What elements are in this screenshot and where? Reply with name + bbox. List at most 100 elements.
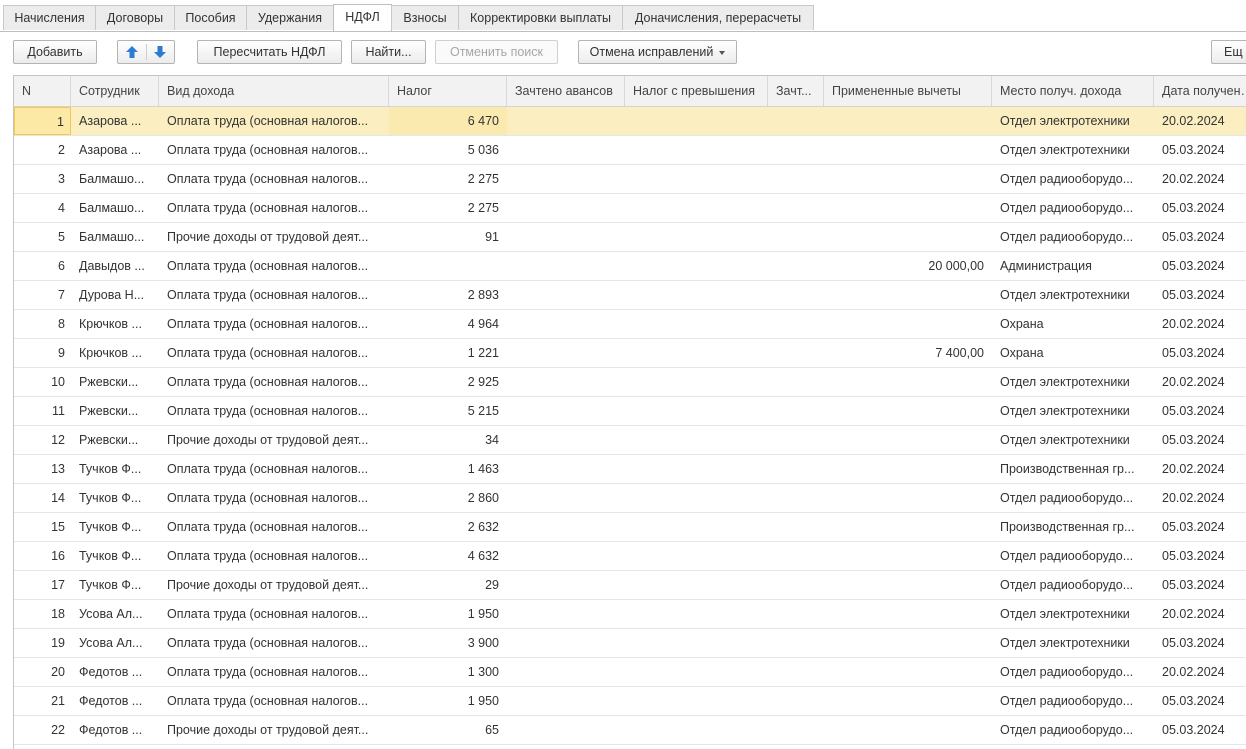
employee-cell: Ржевски...: [79, 433, 139, 447]
empty-cell: [625, 107, 768, 135]
income-place-cell: Отдел электротехники: [1000, 433, 1130, 447]
tab-dogovory[interactable]: Договоры: [95, 5, 175, 30]
col-n[interactable]: N: [14, 76, 71, 106]
table-row[interactable]: 4 Балмашо... Оплата труда (основная налого…: [14, 194, 1246, 223]
col-income-place[interactable]: Место получ. дохода: [992, 76, 1154, 106]
arrow-down-icon[interactable]: [153, 45, 167, 59]
empty-cell: [768, 571, 824, 599]
col-advances[interactable]: Зачтено авансов: [507, 76, 625, 106]
table-row[interactable]: 11 Ржевски... Оплата труда (основная налог…: [14, 397, 1246, 426]
deductions-cell: [824, 455, 992, 483]
table-row[interactable]: 16 Тучков Ф... Оплата труда (основная нало…: [14, 542, 1246, 571]
table-row[interactable]: 17 Тучков Ф... Прочие доходы от трудовой д…: [14, 571, 1246, 600]
table-row[interactable]: 10 Ржевски... Оплата труда (основная налог…: [14, 368, 1246, 397]
employee-cell: Ржевски...: [79, 375, 139, 389]
empty-cell: [507, 165, 625, 193]
arrow-up-icon[interactable]: [125, 45, 139, 59]
ndfl-table[interactable]: N Сотрудник Вид дохода Налог Зачтено ава…: [13, 75, 1246, 749]
table-row[interactable]: 13 Тучков Ф... Оплата труда (основная нало…: [14, 455, 1246, 484]
income-date-cell: 05.03.2024: [1162, 520, 1225, 534]
income-date-cell: 20.02.2024: [1162, 317, 1225, 331]
row-number: 21: [51, 694, 65, 708]
col-credited[interactable]: Зачт...: [768, 76, 824, 106]
tax-cell: 91: [485, 230, 499, 244]
employee-cell: Тучков Ф...: [79, 549, 142, 563]
recalc-ndfl-button[interactable]: Пересчитать НДФЛ: [197, 40, 342, 64]
income-date-cell: 20.02.2024: [1162, 665, 1225, 679]
empty-cell: [625, 397, 768, 425]
row-number: 22: [51, 723, 65, 737]
cancel-fixes-dropdown[interactable]: Отмена исправлений: [578, 40, 737, 64]
tab-nachisleniya[interactable]: Начисления: [3, 5, 96, 30]
row-number: 13: [51, 462, 65, 476]
row-number: 1: [14, 107, 71, 135]
table-row[interactable]: 6 Давыдов ... Оплата труда (основная налог…: [14, 252, 1246, 281]
row-number: 15: [51, 520, 65, 534]
empty-cell: [625, 600, 768, 628]
tax-cell: 2 632: [467, 520, 499, 534]
table-row[interactable]: 1 Азарова ... Оплата труда (основная налог…: [14, 107, 1246, 136]
empty-cell: [625, 542, 768, 570]
table-row[interactable]: 22 Федотов ... Прочие доходы от трудовой д…: [14, 716, 1246, 745]
add-button[interactable]: Добавить: [13, 40, 97, 64]
empty-cell: [625, 252, 768, 280]
table-row[interactable]: 15 Тучков Ф... Оплата труда (основная нало…: [14, 513, 1246, 542]
income-date-cell: 05.03.2024: [1162, 346, 1225, 360]
col-employee[interactable]: Сотрудник: [71, 76, 159, 106]
col-income-date[interactable]: Дата получения: [1154, 76, 1246, 106]
find-button[interactable]: Найти...: [351, 40, 426, 64]
deductions-cell: [824, 629, 992, 657]
table-row[interactable]: 2 Азарова ... Оплата труда (основная налог…: [14, 136, 1246, 165]
income-type-cell: Оплата труда (основная налогов...: [167, 201, 369, 215]
empty-cell: [625, 136, 768, 164]
empty-cell: [768, 339, 824, 367]
empty-cell: [768, 165, 824, 193]
deductions-cell: [824, 223, 992, 251]
empty-cell: [507, 455, 625, 483]
empty-cell: [507, 368, 625, 396]
employee-cell: Ржевски...: [79, 404, 139, 418]
tab-ndfl[interactable]: НДФЛ: [333, 4, 392, 31]
income-place-cell: Отдел электротехники: [1000, 607, 1130, 621]
row-number: 7: [58, 288, 65, 302]
table-row[interactable]: 3 Балмашо... Оплата труда (основная налого…: [14, 165, 1246, 194]
move-buttons: [117, 40, 175, 64]
employee-cell: Балмашо...: [79, 230, 145, 244]
tab-uderzhaniya[interactable]: Удержания: [246, 5, 334, 30]
empty-cell: [507, 194, 625, 222]
empty-cell: [768, 716, 824, 744]
deductions-cell: [824, 136, 992, 164]
col-income-type[interactable]: Вид дохода: [159, 76, 389, 106]
empty-cell: [625, 629, 768, 657]
table-row[interactable]: 8 Крючков ... Оплата труда (основная налог…: [14, 310, 1246, 339]
table-row[interactable]: 12 Ржевски... Прочие доходы от трудовой де…: [14, 426, 1246, 455]
table-row[interactable]: 19 Усова Ал... Оплата труда (основная нало…: [14, 629, 1246, 658]
table-row[interactable]: 14 Тучков Ф... Оплата труда (основная нало…: [14, 484, 1246, 513]
col-deductions[interactable]: Примененные вычеты: [824, 76, 992, 106]
col-tax[interactable]: Налог: [389, 76, 507, 106]
table-row[interactable]: 20 Федотов ... Оплата труда (основная нало…: [14, 658, 1246, 687]
income-place-cell: Охрана: [1000, 317, 1044, 331]
more-button[interactable]: Ещ: [1211, 40, 1246, 64]
income-place-cell: Отдел электротехники: [1000, 636, 1130, 650]
deductions-cell: [824, 107, 992, 135]
table-row[interactable]: 5 Балмашо... Прочие доходы от трудовой дея…: [14, 223, 1246, 252]
empty-cell: [507, 223, 625, 251]
table-row[interactable]: 18 Усова Ал... Оплата труда (основная нало…: [14, 600, 1246, 629]
row-number: 2: [58, 143, 65, 157]
tab-vznosy[interactable]: Взносы: [391, 5, 459, 30]
row-number: 16: [51, 549, 65, 563]
tab-korrektirovki[interactable]: Корректировки выплаты: [458, 5, 623, 30]
table-row[interactable]: 9 Крючков ... Оплата труда (основная налог…: [14, 339, 1246, 368]
tax-cell: 2 275: [467, 172, 499, 186]
empty-cell: [625, 281, 768, 309]
tab-donachisleniya[interactable]: Доначисления, перерасчеты: [622, 5, 814, 30]
tab-posobiya[interactable]: Пособия: [174, 5, 247, 30]
cancel-search-button[interactable]: Отменить поиск: [435, 40, 558, 64]
employee-cell: Федотов ...: [79, 723, 143, 737]
col-excess-tax[interactable]: Налог с превышения: [625, 76, 768, 106]
empty-cell: [625, 455, 768, 483]
table-row[interactable]: 21 Федотов ... Оплата труда (основная нало…: [14, 687, 1246, 716]
employee-cell: Балмашо...: [79, 172, 145, 186]
table-row[interactable]: 7 Дурова Н... Оплата труда (основная налог…: [14, 281, 1246, 310]
